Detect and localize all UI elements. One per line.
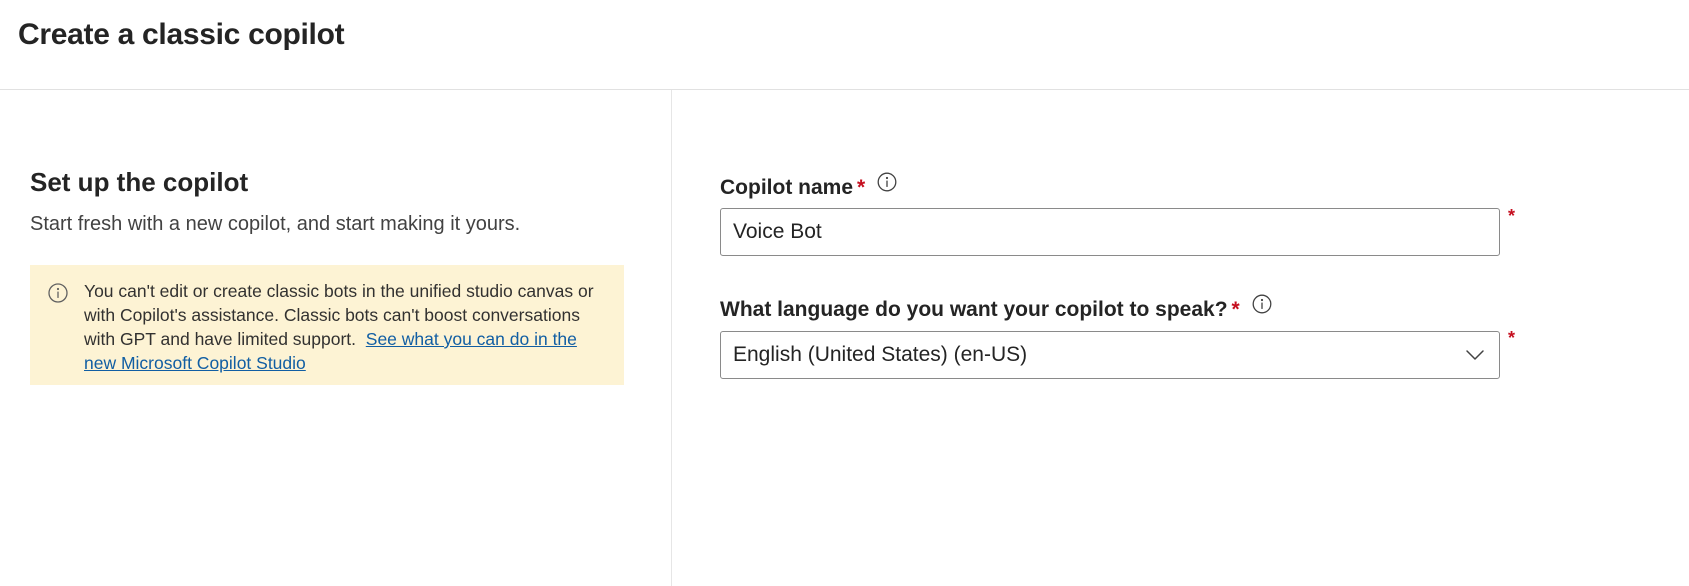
page-header: Create a classic copilot [0,0,1689,90]
notice-message: You can't edit or create classic bots in… [84,279,604,375]
field-required-marker: * [1508,328,1516,348]
copilot-name-label-text: Copilot name [720,176,854,199]
classic-bot-notice: You can't edit or create classic bots in… [30,265,624,385]
required-marker: * [857,176,866,199]
page-title: Create a classic copilot [18,18,345,51]
copilot-name-label: Copilot name * [720,172,897,203]
info-icon[interactable] [877,172,897,192]
info-icon[interactable] [1252,294,1272,314]
info-icon [48,283,68,303]
copilot-name-input[interactable] [720,208,1500,256]
panel-divider [671,90,672,586]
language-label-text: What language do you want your copilot t… [720,298,1228,321]
required-marker: * [1231,298,1240,321]
section-description: Start fresh with a new copilot, and star… [30,213,521,235]
language-label: What language do you want your copilot t… [720,294,1272,325]
language-selected-value: English (United States) (en-US) [733,343,1028,366]
language-dropdown[interactable]: English (United States) (en-US) [720,331,1500,379]
setup-panel: Set up the copilot Start fresh with a ne… [30,160,624,385]
field-required-marker: * [1508,206,1516,226]
section-title: Set up the copilot [30,167,249,197]
chevron-down-icon [1466,350,1484,360]
